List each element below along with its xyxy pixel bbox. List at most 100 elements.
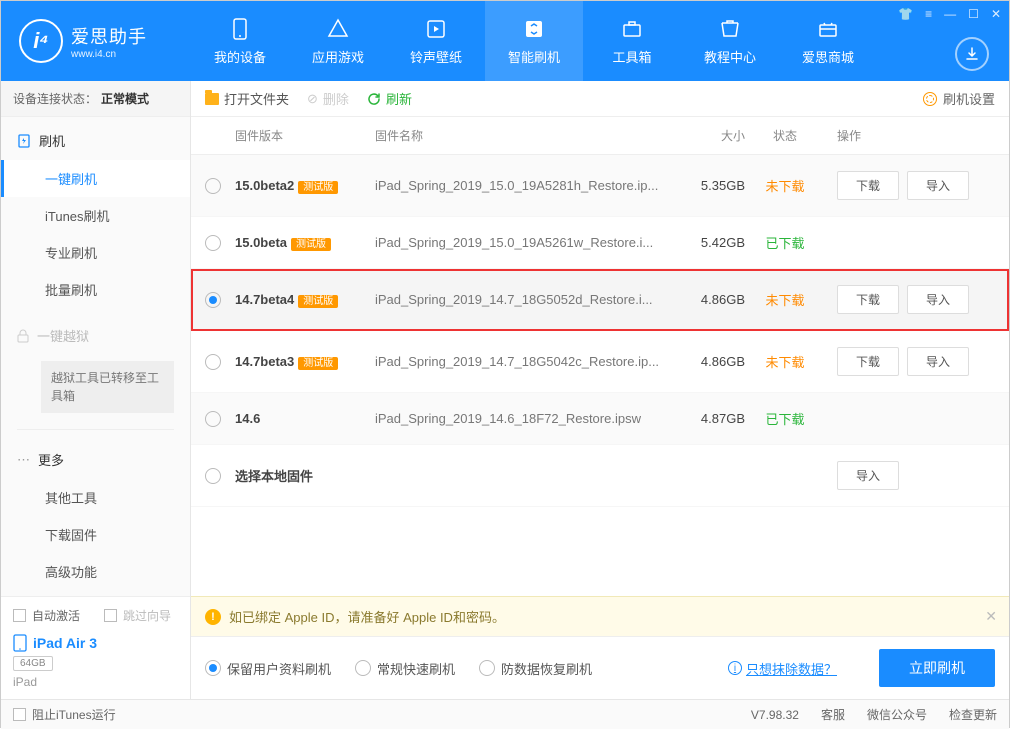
table-header: 固件版本 固件名称 大小 状态 操作 xyxy=(191,117,1009,155)
main-content: 打开文件夹 ⊘删除 刷新 刷机设置 固件版本 固件名称 大小 状态 操作 15.… xyxy=(191,81,1009,699)
firmware-table: 15.0beta2测试版iPad_Spring_2019_15.0_19A528… xyxy=(191,155,1009,596)
window-controls: 👕 ≡ — ☐ ✕ xyxy=(898,7,1001,21)
sidebar-item-flash-1[interactable]: iTunes刷机 xyxy=(1,197,190,234)
beta-badge: 测试版 xyxy=(298,181,338,194)
wechat-link[interactable]: 微信公众号 xyxy=(867,706,927,723)
option-keep-data[interactable]: 保留用户资料刷机 xyxy=(205,659,331,678)
connection-status: 设备连接状态：正常模式 xyxy=(1,81,190,117)
option-fast-flash[interactable]: 常规快速刷机 xyxy=(355,659,455,678)
table-row[interactable]: 15.0beta2测试版iPad_Spring_2019_15.0_19A528… xyxy=(191,155,1009,217)
nav-3[interactable]: 智能刷机 xyxy=(485,1,583,81)
main-nav: 我的设备应用游戏铃声壁纸智能刷机工具箱教程中心爱思商城 xyxy=(191,1,1009,81)
erase-data-link[interactable]: i只想抹除数据？ xyxy=(728,659,837,678)
sidebar-item-more-2[interactable]: 高级功能 xyxy=(1,553,190,590)
row-radio[interactable] xyxy=(205,411,221,427)
nav-2[interactable]: 铃声壁纸 xyxy=(387,1,485,81)
nav-0[interactable]: 我的设备 xyxy=(191,1,289,81)
skin-icon[interactable]: 👕 xyxy=(898,7,913,21)
apple-id-notice: ! 如已绑定 Apple ID，请准备好 Apple ID和密码。 ✕ xyxy=(191,596,1009,636)
device-panel: 自动激活 跳过向导 iPad Air 3 64GB iPad xyxy=(1,596,190,699)
nav-icon xyxy=(228,17,252,41)
nav-icon xyxy=(620,17,644,41)
sidebar-item-flash-3[interactable]: 批量刷机 xyxy=(1,271,190,308)
nav-icon xyxy=(718,17,742,41)
gear-icon xyxy=(923,92,937,106)
sidebar-head-more[interactable]: ⋯ 更多 xyxy=(1,440,190,479)
toolbar: 打开文件夹 ⊘删除 刷新 刷机设置 xyxy=(191,81,1009,117)
nav-1[interactable]: 应用游戏 xyxy=(289,1,387,81)
close-icon[interactable]: ✕ xyxy=(991,7,1001,21)
option-anti-recovery[interactable]: 防数据恢复刷机 xyxy=(479,659,592,678)
check-update-link[interactable]: 检查更新 xyxy=(949,706,997,723)
beta-badge: 测试版 xyxy=(298,295,338,308)
header-download-icon[interactable] xyxy=(955,37,989,71)
table-row[interactable]: 15.0beta测试版iPad_Spring_2019_15.0_19A5261… xyxy=(191,217,1009,269)
nav-icon xyxy=(816,17,840,41)
table-row[interactable]: 14.7beta3测试版iPad_Spring_2019_14.7_18G504… xyxy=(191,331,1009,393)
jailbreak-note: 越狱工具已转移至工具箱 xyxy=(41,361,174,413)
sidebar-item-flash-0[interactable]: 一键刷机 xyxy=(1,160,190,197)
footer: 阻止iTunes运行 V7.98.32 客服 微信公众号 检查更新 xyxy=(1,699,1009,729)
block-itunes-checkbox[interactable] xyxy=(13,708,26,721)
import-button[interactable]: 导入 xyxy=(907,347,969,376)
storage-badge: 64GB xyxy=(13,656,53,671)
flash-settings-button[interactable]: 刷机设置 xyxy=(923,89,995,108)
download-button[interactable]: 下载 xyxy=(837,347,899,376)
service-link[interactable]: 客服 xyxy=(821,706,845,723)
warning-icon: ! xyxy=(205,609,221,625)
nav-4[interactable]: 工具箱 xyxy=(583,1,681,81)
device-type: iPad xyxy=(13,675,178,689)
more-icon: ⋯ xyxy=(17,452,30,468)
menu-icon[interactable]: ≡ xyxy=(925,7,932,21)
version-label: V7.98.32 xyxy=(751,708,799,722)
minimize-icon[interactable]: — xyxy=(944,7,956,21)
table-row[interactable]: 14.6iPad_Spring_2019_14.6_18F72_Restore.… xyxy=(191,393,1009,445)
nav-icon xyxy=(424,17,448,41)
nav-6[interactable]: 爱思商城 xyxy=(779,1,877,81)
nav-5[interactable]: 教程中心 xyxy=(681,1,779,81)
beta-badge: 测试版 xyxy=(291,238,331,251)
refresh-button[interactable]: 刷新 xyxy=(367,89,412,108)
download-button[interactable]: 下载 xyxy=(837,171,899,200)
action-bar: 保留用户资料刷机 常规快速刷机 防数据恢复刷机 i只想抹除数据？ 立即刷机 xyxy=(191,636,1009,699)
beta-badge: 测试版 xyxy=(298,357,338,370)
download-button[interactable]: 下载 xyxy=(837,285,899,314)
sidebar-head-jailbreak: 一键越狱 xyxy=(1,316,190,355)
import-button[interactable]: 导入 xyxy=(907,285,969,314)
table-row[interactable]: 14.7beta4测试版iPad_Spring_2019_14.7_18G505… xyxy=(191,269,1009,331)
skip-guide-checkbox[interactable] xyxy=(104,609,117,622)
logo-icon: i⁴ xyxy=(19,19,63,63)
app-header: i⁴ 爱思助手 www.i4.cn 我的设备应用游戏铃声壁纸智能刷机工具箱教程中… xyxy=(1,1,1009,81)
flash-now-button[interactable]: 立即刷机 xyxy=(879,649,995,687)
sidebar: 设备连接状态：正常模式 刷机 一键刷机iTunes刷机专业刷机批量刷机 一键越狱… xyxy=(1,81,191,699)
notice-close-icon[interactable]: ✕ xyxy=(985,608,997,625)
app-title: 爱思助手 xyxy=(71,23,147,49)
flash-icon xyxy=(17,134,31,148)
device-name[interactable]: iPad Air 3 xyxy=(13,634,178,652)
row-radio[interactable] xyxy=(205,235,221,251)
folder-icon xyxy=(205,93,219,105)
nav-icon xyxy=(326,17,350,41)
nav-icon xyxy=(522,17,546,41)
logo: i⁴ 爱思助手 www.i4.cn xyxy=(1,1,191,81)
row-radio[interactable] xyxy=(205,292,221,308)
auto-activate-checkbox[interactable] xyxy=(13,609,26,622)
app-subtitle: www.i4.cn xyxy=(71,49,147,60)
row-radio[interactable] xyxy=(205,468,221,484)
maximize-icon[interactable]: ☐ xyxy=(968,7,979,21)
lock-icon xyxy=(17,329,29,343)
row-radio[interactable] xyxy=(205,178,221,194)
sidebar-item-flash-2[interactable]: 专业刷机 xyxy=(1,234,190,271)
ipad-icon xyxy=(13,634,27,652)
sidebar-item-more-0[interactable]: 其他工具 xyxy=(1,479,190,516)
import-button[interactable]: 导入 xyxy=(837,461,899,490)
refresh-icon xyxy=(367,92,381,106)
sidebar-item-more-1[interactable]: 下载固件 xyxy=(1,516,190,553)
sidebar-head-flash[interactable]: 刷机 xyxy=(1,121,190,160)
open-folder-button[interactable]: 打开文件夹 xyxy=(205,89,289,108)
delete-button[interactable]: ⊘删除 xyxy=(307,89,349,108)
table-row[interactable]: 选择本地固件导入 xyxy=(191,445,1009,507)
info-icon: i xyxy=(728,661,742,675)
import-button[interactable]: 导入 xyxy=(907,171,969,200)
row-radio[interactable] xyxy=(205,354,221,370)
